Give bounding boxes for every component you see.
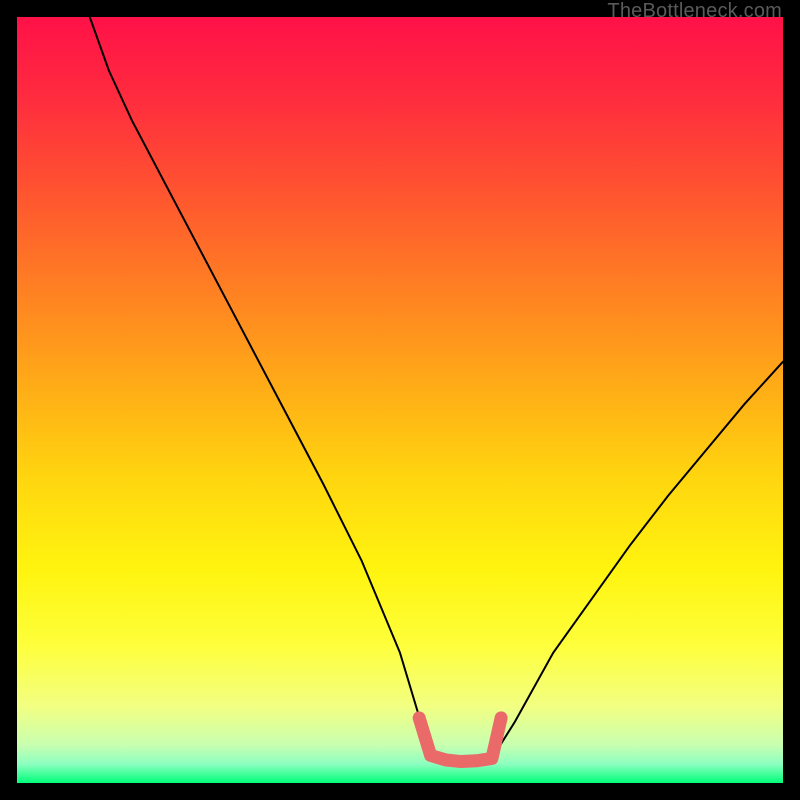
watermark-text: TheBottleneck.com [607,0,782,23]
bottleneck-curve [90,17,783,762]
curve-layer [17,17,783,783]
chart-container: TheBottleneck.com [0,0,800,800]
optimal-region-highlight [419,718,501,762]
